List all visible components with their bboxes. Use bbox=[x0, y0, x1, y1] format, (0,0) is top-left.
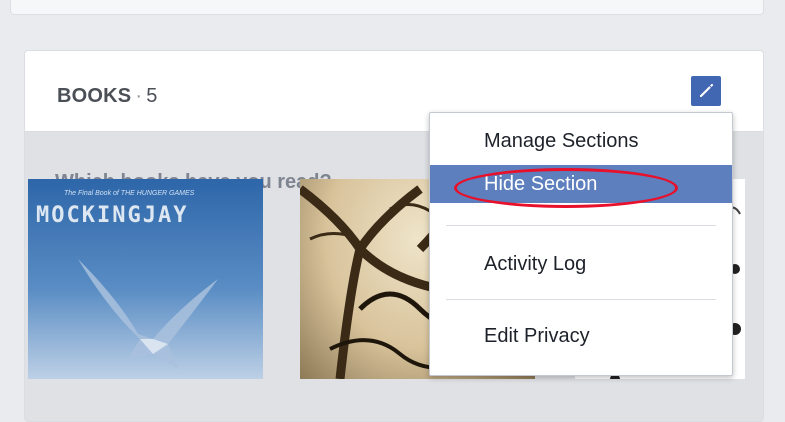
menu-divider bbox=[446, 299, 716, 300]
pencil-icon bbox=[700, 83, 714, 97]
section-title: BOOKS · 5 bbox=[57, 85, 158, 108]
section-separator: · bbox=[135, 85, 143, 107]
menu-item-activity-log[interactable]: Activity Log bbox=[430, 245, 732, 283]
annotation-circle bbox=[454, 168, 678, 208]
book-cover-mockingjay[interactable]: The Final Book of THE HUNGER GAMES MOCKI… bbox=[28, 179, 263, 379]
menu-divider bbox=[446, 225, 716, 226]
section-count: 5 bbox=[146, 85, 158, 107]
section-name: BOOKS bbox=[57, 85, 132, 107]
cover-small-text: The Final Book of THE HUNGER GAMES bbox=[64, 190, 195, 197]
cover-title: MOCKINGJAY bbox=[36, 203, 189, 228]
menu-item-label: Activity Log bbox=[484, 253, 587, 275]
menu-item-manage-sections[interactable]: Manage Sections bbox=[430, 122, 732, 160]
menu-item-label: Manage Sections bbox=[484, 130, 639, 152]
previous-section-card bbox=[10, 0, 764, 15]
menu-item-label: Edit Privacy bbox=[484, 325, 590, 347]
section-options-menu: Manage Sections Hide Section Activity Lo… bbox=[429, 112, 733, 376]
edit-section-button[interactable] bbox=[691, 76, 721, 106]
mockingjay-bird-image bbox=[78, 259, 218, 369]
menu-item-edit-privacy[interactable]: Edit Privacy bbox=[430, 317, 732, 355]
